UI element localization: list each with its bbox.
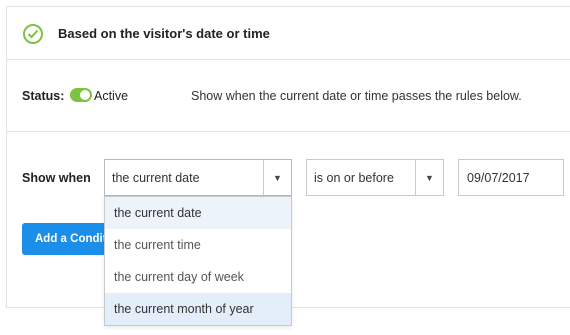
show-when-label: Show when: [22, 171, 91, 185]
date-input[interactable]: 09/07/2017: [458, 159, 564, 196]
caret-down-icon[interactable]: ▼: [415, 160, 443, 195]
operator-select[interactable]: is on or before ▼: [306, 159, 444, 196]
subject-dropdown-menu: the current date the current time the cu…: [104, 196, 292, 326]
dropdown-option-label: the current date: [114, 206, 202, 220]
dropdown-option-label: the current time: [114, 238, 201, 252]
panel-header: Based on the visitor's date or time: [7, 7, 570, 60]
check-circle-icon: [23, 24, 43, 44]
date-input-value: 09/07/2017: [467, 170, 530, 185]
dropdown-option-label: the current day of week: [114, 270, 244, 284]
panel-title: Based on the visitor's date or time: [58, 26, 270, 41]
status-toggle[interactable]: [70, 88, 92, 102]
status-value: Active: [94, 89, 129, 103]
dropdown-option[interactable]: the current day of week: [105, 261, 291, 293]
caret-down-icon[interactable]: ▼: [263, 160, 291, 195]
status-description: Show when the current date or time passe…: [191, 89, 522, 103]
subject-select-value: the current date: [112, 170, 200, 185]
toggle-knob: [80, 90, 90, 100]
operator-select-value: is on or before: [314, 170, 394, 185]
dropdown-option[interactable]: the current month of year: [105, 293, 291, 325]
dropdown-option[interactable]: the current date: [105, 197, 291, 229]
dropdown-option-label: the current month of year: [114, 302, 254, 316]
status-label: Status:: [22, 89, 65, 103]
section-divider: [6, 131, 570, 132]
subject-select[interactable]: the current date ▼: [104, 159, 292, 196]
dropdown-option[interactable]: the current time: [105, 229, 291, 261]
